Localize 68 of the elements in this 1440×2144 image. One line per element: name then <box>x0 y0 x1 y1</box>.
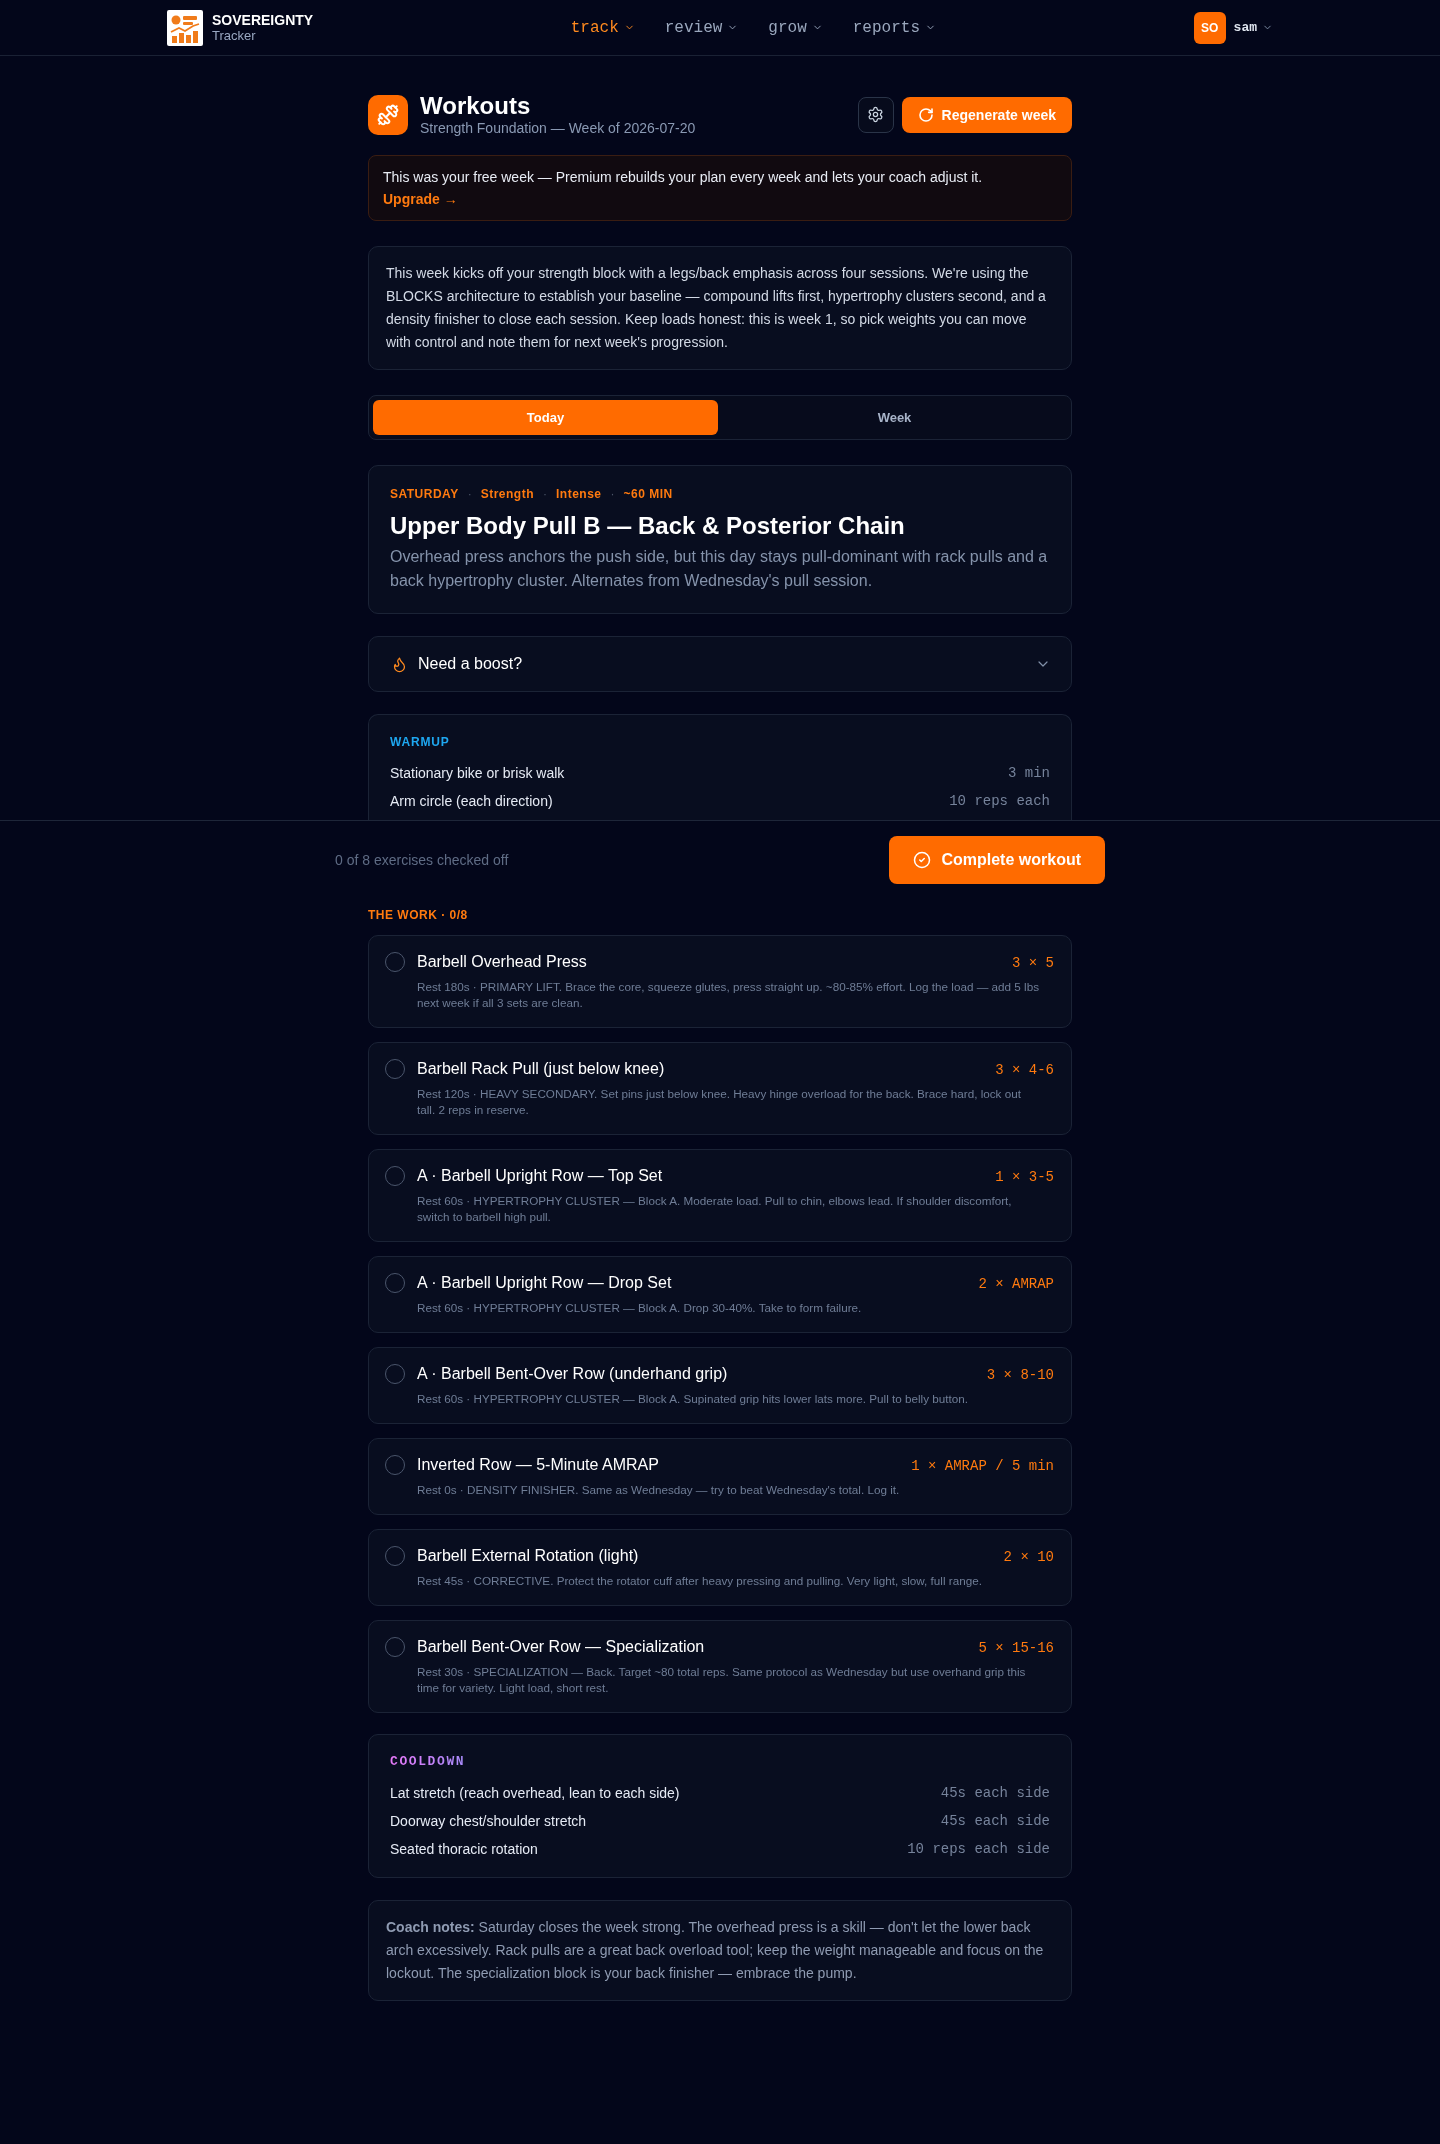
exercise-sets: 3 × 4-6 <box>995 1061 1054 1080</box>
warmup-amount: 10 reps each <box>949 793 1050 809</box>
coach-notes: Coach notes: Saturday closes the week strong. The overhead press is a skill — don't let the lower back arch excessively. Rack pulls are a great back overload tool; keep the weight manageable and focus on the lockout. The specialization block is your back finisher — embrace the pump. <box>385 1918 1045 1983</box>
cooldown-exercise: Doorway chest/shoulder stretch <box>390 1813 587 1829</box>
exercise-name: Barbell External Rotation (light) <box>417 1546 639 1566</box>
dumbbell-icon <box>368 94 408 135</box>
nav-link[interactable]: grow <box>768 17 823 38</box>
exercise-notes: Rest 30s · SPECIALIZATION — Back. Target ~80 total reps. Same protocol as Wednesday but use overhand grip this time for variety. Light load, short rest. <box>417 1664 1027 1696</box>
exercise-sets: 5 × 15-16 <box>978 1639 1054 1658</box>
meta-separator: · <box>467 486 472 502</box>
refresh-icon <box>917 106 934 123</box>
exercise-name: A · Barbell Upright Row — Drop Set <box>417 1273 672 1293</box>
exercise-notes: Rest 60s · HYPERTROPHY CLUSTER — Block A. Supinated grip hits lower lats more. Pull to belly button. <box>417 1391 970 1407</box>
exercise-name: A · Barbell Upright Row — Top Set <box>417 1166 663 1186</box>
flame-icon <box>391 655 408 673</box>
day-description: Overhead press anchors the push side, but this day stays pull-dominant with rack pulls and a back hypertrophy cluster. Alternates from Wednesday's pull session. <box>390 547 1049 591</box>
exercise-name: A · Barbell Bent-Over Row (underhand grip) <box>417 1364 728 1384</box>
section-title: THE WORK · 0/8 <box>368 908 469 922</box>
settings-icon <box>867 106 885 123</box>
cooldown-amount: 45s each side <box>940 1813 1050 1829</box>
exercise-name: Barbell Bent-Over Row — Specialization <box>417 1637 705 1657</box>
day-meta: SATURDAY <box>390 486 459 502</box>
exercise-name: Barbell Overhead Press <box>417 952 587 972</box>
exercise-notes: Rest 120s · HEAVY SECONDARY. Set pins just below knee. Heavy hinge overload for the back. Brace hard, lock out tall. 2 reps in reserve. <box>417 1086 1022 1118</box>
cooldown-amount: 45s each side <box>940 1785 1050 1801</box>
exercise-notes: Rest 45s · CORRECTIVE. Protect the rotator cuff after heavy pressing and pulling. Very light, slow, full range. <box>417 1573 983 1589</box>
exercise-sets: 3 × 5 <box>1012 954 1054 973</box>
user-menu-button[interactable]: sam <box>1233 20 1273 35</box>
day-meta: Intense <box>556 486 602 502</box>
meta-separator: · <box>610 486 615 502</box>
exercise-notes: Rest 180s · PRIMARY LIFT. Brace the core, squeeze glutes, press straight up. ~80-85% effort. Log the load — add 5 lbs next week if all 3 sets are clean. <box>417 979 1041 1011</box>
exercise-name: Barbell Rack Pull (just below knee) <box>417 1059 665 1079</box>
nav-link[interactable]: reports <box>852 17 936 38</box>
exercise-sets: 1 × AMRAP / 5 min <box>911 1457 1054 1476</box>
boost-toggle[interactable]: Need a boost? <box>368 636 1072 692</box>
meta-separator: · <box>543 486 548 502</box>
banner-text: This was your free week — Premium rebuilds your plan every week and lets your coach adjust it. <box>383 168 984 187</box>
warmup-exercise: Arm circle (each direction) <box>390 793 553 809</box>
exercise-name: Inverted Row — 5-Minute AMRAP <box>417 1455 659 1475</box>
settings-button[interactable] <box>857 96 894 133</box>
nav-link[interactable]: track <box>570 17 635 38</box>
cooldown-exercise: Seated thoracic rotation <box>390 1841 538 1857</box>
exercise-notes: Rest 60s · HYPERTROPHY CLUSTER — Block A. Drop 30-40%. Take to form failure. <box>417 1300 863 1316</box>
day-meta: ~60 MIN <box>623 486 673 502</box>
day-meta: Strength <box>480 486 535 502</box>
tab[interactable]: Week <box>722 400 1067 435</box>
page-title: Workouts <box>420 92 532 119</box>
exercise-sets: 2 × 10 <box>1003 1548 1054 1567</box>
exercise-sets: 3 × 8-10 <box>986 1366 1054 1385</box>
warmup-exercise: Stationary bike or brisk walk <box>390 765 565 781</box>
section-title: WARMUP <box>390 735 451 749</box>
upgrade-link[interactable]: Upgrade → <box>383 188 458 210</box>
brand-name: SOVEREIGNTY <box>212 12 314 28</box>
cooldown-exercise: Lat stretch (reach overhead, lean to each side) <box>390 1785 680 1801</box>
exercise-sets: 2 × AMRAP <box>978 1275 1054 1294</box>
exercise-notes: Rest 60s · HYPERTROPHY CLUSTER — Block A. Moderate load. Pull to chin, elbows lead. If shoulder discomfort, switch to barbell high pull. <box>417 1193 1013 1225</box>
nav-link[interactable]: review <box>664 17 739 38</box>
week-summary: This week kicks off your strength block with a legs/back emphasis across four sessions. We're using the BLOCKS architecture to establish your baseline — compound lifts first, hypertrophy clusters second, and a density finisher to close each session. Keep loads honest: this is week 1, so pick weights you can move with control and note them for next week's progression. <box>385 264 1047 352</box>
cooldown-amount: 10 reps each side <box>907 1841 1050 1857</box>
page-subtitle: Strength Foundation — Week of 2026-07-20 <box>420 119 696 137</box>
check-circle-icon <box>913 851 932 869</box>
warmup-amount: 3 min <box>1008 765 1050 781</box>
exercise-sets: 1 × 3-5 <box>995 1168 1054 1187</box>
exercise-notes: Rest 0s · DENSITY FINISHER. Same as Wednesday — try to beat Wednesday's total. Log it. <box>417 1482 901 1498</box>
checked-count-text: 0 of 8 exercises checked off <box>335 852 509 868</box>
day-title: Upper Body Pull B — Back & Posterior Chain <box>390 511 906 541</box>
brand-tagline: Tracker <box>212 28 257 43</box>
logo-icon <box>167 9 203 46</box>
